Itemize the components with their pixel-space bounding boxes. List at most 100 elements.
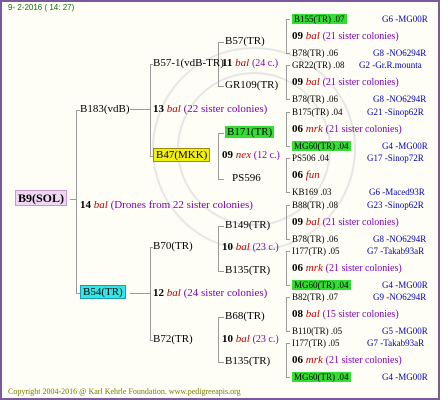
gen3-0-race: bal: [235, 57, 250, 69]
gen2b-sis: (24 sister colonies): [183, 287, 268, 299]
gen3-2-num: 10: [222, 241, 233, 253]
gen3-0-top[interactable]: B57(TR): [225, 35, 265, 48]
gen3-3-count: (23 c.): [252, 334, 279, 345]
leaf-7-top-origin: G7 -Takab93aR: [367, 338, 425, 348]
leaf-6-mid: 08 bal (15 sister colonies): [292, 308, 399, 321]
gen3-2-top[interactable]: B149(TR): [225, 219, 270, 232]
leaf-6-top[interactable]: B82(TR) .07: [292, 291, 338, 304]
leaf-3-bottom[interactable]: KB169 .03: [292, 186, 332, 199]
leaf-3-bottom-origin: G6 -Maced93R: [369, 187, 425, 197]
leaf-4-mid: 09 bal (21 sister colonies): [292, 216, 399, 229]
gen3-2-race: bal: [235, 241, 250, 253]
gen1-bottom-name: B54(TR): [80, 285, 126, 299]
gen3-1-bottom[interactable]: PS596: [232, 172, 261, 185]
gen2a-sis: (22 sister colonies): [183, 103, 268, 115]
gen3-1-top-name: B171(TR): [225, 126, 275, 138]
leaf-4-sis: (21 sister colonies): [322, 217, 399, 228]
leaf-3-top-origin: G17 -Sinop72R: [367, 153, 424, 163]
leaf-3-num: 06: [292, 169, 303, 181]
leaf-7-mid: 06 mrk (21 sister colonies): [292, 354, 402, 367]
leaf-5-bottom-name: MG60(TR) .04: [292, 280, 351, 290]
leaf-3-race: fun: [305, 169, 320, 181]
leaf-1-num: 09: [292, 76, 303, 88]
root-queen[interactable]: B9(SOL): [15, 190, 68, 206]
leaf-3-mid: 06 fun: [292, 169, 320, 182]
leaf-5-sis: (21 sister colonies): [325, 263, 402, 274]
leaf-0-mid: 09 bal (21 sister colonies): [292, 30, 399, 43]
leaf-5-top[interactable]: I177(TR) .05: [292, 245, 340, 258]
leaf-6-num: 08: [292, 308, 303, 320]
gen2b-race: bal: [166, 287, 181, 299]
leaf-5-race: mrk: [305, 262, 323, 274]
leaf-7-top[interactable]: I177(TR) .05: [292, 337, 340, 350]
gen3-0-num: 11: [222, 57, 233, 69]
leaf-1-bottom[interactable]: B78(TR) .06: [292, 93, 338, 106]
gen3-2-bottom[interactable]: B135(TR): [225, 264, 270, 277]
leaf-2-top[interactable]: B175(TR) .04: [292, 106, 343, 119]
gen1-race: bal: [93, 199, 108, 211]
leaf-0-top[interactable]: B155(TR) .07: [292, 13, 347, 26]
leaf-0-top-name: B155(TR) .07: [292, 14, 347, 24]
leaf-6-sis: (15 sister colonies): [322, 309, 399, 320]
gen1-bottom[interactable]: B54(TR): [80, 285, 126, 299]
leaf-6-race: bal: [305, 308, 320, 320]
leaf-2-mid: 06 mrk (21 sister colonies): [292, 123, 402, 136]
header-date: 9- 2-2016 ( 14: 27): [8, 3, 75, 12]
leaf-2-top-origin: G21 -Sinop62R: [367, 107, 424, 117]
gen2b-mid: 12 bal (24 sister colonies): [153, 287, 267, 300]
gen2a-race: bal: [166, 103, 181, 115]
gen2b-num: 12: [153, 287, 164, 299]
leaf-7-race: mrk: [305, 354, 323, 366]
leaf-7-bottom-origin: G4 -MG00R: [382, 372, 428, 382]
gen3-2-count: (23 c.): [252, 242, 279, 253]
footer-copyright[interactable]: Copyright 2004-2016 @ Karl Kehrle Founda…: [8, 387, 241, 396]
gen3-0-count: (24 c.): [251, 58, 279, 69]
leaf-1-mid: 09 bal (21 sister colonies): [292, 76, 399, 89]
leaf-1-top-origin: G2 -Gr.R.mounta: [359, 60, 422, 70]
leaf-3-top[interactable]: PS506 .04: [292, 152, 329, 165]
gen3-3-num: 10: [222, 333, 233, 345]
leaf-1-race: bal: [305, 76, 320, 88]
root-name: B9(SOL): [15, 190, 68, 206]
leaf-1-bottom-origin: G8 -NO6294R: [373, 94, 427, 104]
gen1-drones: (Drones from 22 sister colonies): [110, 199, 253, 211]
leaf-5-mid: 06 mrk (21 sister colonies): [292, 262, 402, 275]
leaf-2-bottom-name: MG60(TR) .04: [292, 141, 351, 151]
gen3-0-bottom[interactable]: GR109(TR): [225, 79, 278, 92]
gen3-3-bottom[interactable]: B135(TR): [225, 355, 270, 368]
gen3-1-top[interactable]: B171(TR): [225, 126, 275, 139]
gen3-2-mid: 10 bal (23 c.): [222, 241, 279, 254]
leaf-1-top[interactable]: GR22(TR) .08: [292, 59, 345, 72]
leaf-1-sis: (21 sister colonies): [322, 77, 399, 88]
leaf-4-top[interactable]: B88(TR) .08: [292, 199, 338, 212]
gen2a-num: 13: [153, 103, 164, 115]
gen3-1-count: (12 c.): [253, 150, 280, 161]
leaf-0-top-origin: G6 -MG00R: [382, 14, 428, 24]
leaf-4-top-origin: G23 -Sinop62R: [367, 200, 424, 210]
leaf-6-top-origin: G9 -NO6294R: [373, 292, 427, 302]
leaf-4-race: bal: [305, 216, 320, 228]
leaf-0-race: bal: [305, 30, 320, 42]
gen2b-top[interactable]: B70(TR): [153, 240, 193, 253]
gen3-3-race: bal: [235, 333, 250, 345]
gen1-top[interactable]: B183(vdB): [80, 103, 130, 116]
gen2a-bottom[interactable]: B47(MKK): [153, 148, 211, 162]
gen2a-bottom-name: B47(MKK): [153, 148, 211, 162]
leaf-2-race: mrk: [305, 123, 323, 135]
leaf-0-sis: (21 sister colonies): [322, 31, 399, 42]
leaf-7-num: 06: [292, 354, 303, 366]
leaf-7-sis: (21 sister colonies): [325, 355, 402, 366]
gen3-1-race: nex: [235, 149, 252, 161]
gen3-3-mid: 10 bal (23 c.): [222, 333, 279, 346]
leaf-5-num: 06: [292, 262, 303, 274]
gen2a-top[interactable]: B57-1(vdB-TR): [153, 57, 224, 70]
leaf-4-num: 09: [292, 216, 303, 228]
gen2a-mid: 13 bal (22 sister colonies): [153, 103, 267, 116]
gen3-0-mid: 11 bal (24 c.): [222, 57, 278, 70]
leaf-7-bottom-name: MG60(TR) .04: [292, 372, 351, 382]
gen2b-bottom[interactable]: B72(TR): [153, 333, 193, 346]
gen1-num: 14: [80, 199, 91, 211]
leaf-7-bottom[interactable]: MG60(TR) .04: [292, 371, 351, 384]
gen3-1-mid: 09 nex (12 c.): [222, 149, 280, 162]
gen3-3-top[interactable]: B68(TR): [225, 310, 265, 323]
